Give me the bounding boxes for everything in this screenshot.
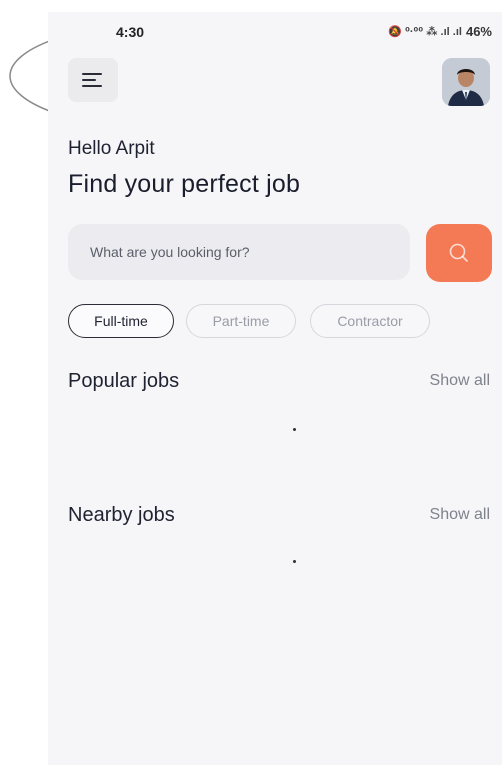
status-time: 4:30: [116, 24, 145, 40]
filter-chip-part-time[interactable]: Part-time: [186, 304, 296, 338]
page-title: Find your perfect job: [68, 170, 301, 198]
hamburger-menu-icon: [82, 73, 102, 87]
nearby-jobs-show-all[interactable]: Show all: [430, 506, 490, 524]
status-indicators: 🔕 ⁰·⁰⁰ ⁂ .ıl .ıl 46%: [388, 24, 492, 39]
user-avatar[interactable]: [442, 58, 490, 106]
phone-screen: 4:30 🔕 ⁰·⁰⁰ ⁂ .ıl .ıl 46% Hello Arpit Fi…: [48, 12, 502, 765]
search-button[interactable]: [426, 224, 492, 282]
filter-chip-contractor[interactable]: Contractor: [310, 304, 430, 338]
nearby-jobs-title: Nearby jobs: [68, 504, 175, 526]
status-bar: 4:30 🔕 ⁰·⁰⁰ ⁂ .ıl .ıl 46%: [48, 12, 502, 48]
greeting-text: Hello Arpit: [68, 138, 155, 159]
loading-indicator: [293, 428, 296, 431]
popular-jobs-title: Popular jobs: [68, 370, 180, 392]
battery-percent: 46%: [465, 24, 492, 39]
profile-photo-icon: [442, 58, 490, 106]
loading-indicator: [293, 560, 296, 563]
status-icons: 🔕 ⁰·⁰⁰ ⁂ .ıl .ıl: [388, 26, 462, 38]
filter-chip-full-time[interactable]: Full-time: [68, 304, 174, 338]
popular-jobs-show-all[interactable]: Show all: [430, 372, 490, 390]
menu-button[interactable]: [68, 58, 118, 102]
search-icon: [449, 243, 468, 262]
search-input[interactable]: [68, 224, 410, 280]
